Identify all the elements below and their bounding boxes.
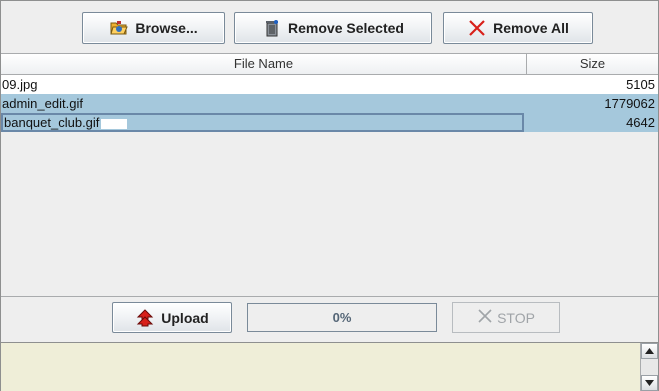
browse-label: Browse...	[135, 20, 198, 36]
file-name-cell: admin_edit.gif	[2, 96, 83, 111]
stop-label: STOP	[497, 309, 535, 326]
table-row[interactable]: 09.jpg 5105	[1, 75, 658, 94]
upload-bar: Upload 0% STOP	[1, 297, 658, 341]
remove-all-label: Remove All	[493, 20, 569, 36]
arrow-down-icon	[645, 380, 654, 386]
file-name-cell-focused: banquet_club.gif	[1, 113, 524, 132]
close-icon	[477, 308, 493, 327]
file-size-cell: 1779062	[604, 96, 655, 111]
edit-caret	[101, 118, 128, 129]
arrow-up-icon	[645, 348, 654, 354]
remove-all-button[interactable]: Remove All	[443, 12, 593, 44]
trash-icon	[262, 18, 282, 38]
close-icon	[467, 18, 487, 38]
file-name-cell: 09.jpg	[2, 77, 38, 92]
remove-selected-button[interactable]: Remove Selected	[234, 12, 432, 44]
progress-bar: 0%	[247, 303, 437, 332]
upload-button[interactable]: Upload	[112, 302, 232, 333]
upload-label: Upload	[161, 309, 209, 326]
log-scrollbar[interactable]	[640, 343, 658, 391]
scroll-down-button[interactable]	[641, 375, 658, 391]
file-table: File Name Size 09.jpg 5105 admin_edit.gi…	[1, 53, 658, 297]
upload-arrow-icon	[135, 308, 155, 328]
upload-panel: Browse... Remove Selected Remove All Fil…	[0, 0, 659, 391]
file-size-cell: 4642	[626, 115, 655, 130]
table-row[interactable]: banquet_club.gif 4642	[1, 113, 658, 132]
table-header: File Name Size	[1, 54, 658, 75]
toolbar: Browse... Remove Selected Remove All	[1, 1, 658, 51]
column-header-size[interactable]: Size	[527, 54, 658, 74]
table-row[interactable]: admin_edit.gif 1779062	[1, 94, 658, 113]
file-name-text: banquet_club.gif	[4, 115, 100, 130]
log-area[interactable]	[1, 342, 658, 391]
scroll-up-button[interactable]	[641, 343, 658, 359]
remove-selected-label: Remove Selected	[288, 20, 404, 36]
file-size-cell: 5105	[626, 77, 655, 92]
folder-open-icon	[109, 18, 129, 38]
column-header-file-name[interactable]: File Name	[1, 54, 527, 74]
browse-button[interactable]: Browse...	[82, 12, 225, 44]
progress-text: 0%	[332, 310, 352, 325]
stop-button[interactable]: STOP	[452, 302, 560, 333]
